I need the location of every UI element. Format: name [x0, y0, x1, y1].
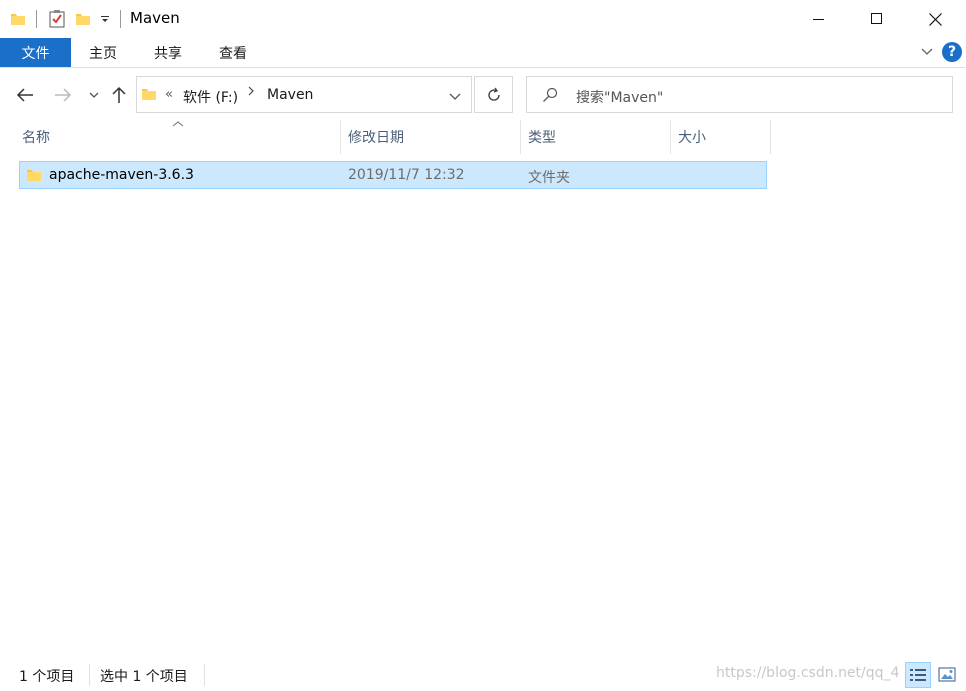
file-name[interactable]: apache-maven-3.6.3 — [49, 167, 194, 183]
up-icon — [112, 86, 126, 103]
column-header-type[interactable]: 类型 — [522, 120, 670, 154]
watermark: https://blog.csdn.net/qq_4 — [716, 665, 900, 681]
recent-locations-button[interactable] — [81, 82, 107, 108]
large-icons-view-button[interactable] — [934, 662, 960, 688]
address-bar[interactable]: « 软件 (F:) Maven — [136, 76, 472, 113]
file-row[interactable]: apache-maven-3.6.3 2019/11/7 12:32 文件夹 — [19, 161, 767, 189]
refresh-button[interactable] — [474, 76, 513, 113]
address-history-button[interactable] — [449, 90, 461, 106]
forward-icon — [55, 88, 72, 102]
search-input[interactable]: 搜索"Maven" — [526, 76, 953, 113]
status-item-count: 1 个项目 — [19, 669, 75, 685]
properties-icon[interactable] — [49, 10, 65, 28]
close-icon — [928, 12, 942, 26]
help-button[interactable]: ? — [942, 42, 962, 62]
tab-file[interactable]: 文件 — [0, 38, 71, 67]
minimize-button[interactable] — [790, 0, 848, 38]
title-bar: Maven — [0, 0, 966, 38]
column-divider[interactable] — [670, 120, 671, 154]
customize-toolbar-dropdown[interactable] — [100, 10, 110, 28]
details-view-button[interactable] — [905, 662, 931, 688]
up-button[interactable] — [106, 82, 132, 108]
chevron-right-icon — [248, 86, 254, 96]
column-divider[interactable] — [770, 120, 771, 154]
status-selected-count: 选中 1 个项目 — [100, 669, 188, 685]
maximize-button[interactable] — [848, 0, 906, 38]
column-divider[interactable] — [520, 120, 521, 154]
file-modified: 2019/11/7 12:32 — [348, 167, 465, 183]
breadcrumb-overflow[interactable]: « — [165, 87, 173, 102]
tab-view[interactable]: 查看 — [206, 38, 260, 67]
status-separator — [89, 664, 90, 686]
refresh-icon — [487, 87, 500, 101]
folder-icon — [10, 10, 26, 28]
back-button[interactable] — [12, 82, 38, 108]
column-divider[interactable] — [340, 120, 341, 154]
search-icon — [542, 87, 558, 107]
forward-button[interactable] — [50, 82, 76, 108]
chevron-down-icon — [449, 93, 461, 100]
tab-home[interactable]: 主页 — [76, 38, 130, 67]
chevron-down-icon — [921, 48, 933, 55]
folder-icon — [141, 86, 157, 106]
close-button[interactable] — [906, 0, 964, 38]
column-header-size[interactable]: 大小 — [672, 120, 770, 154]
search-placeholder: 搜索"Maven" — [576, 90, 664, 106]
breadcrumb-separator[interactable] — [247, 85, 255, 101]
toolbar-separator — [36, 10, 37, 28]
folder-icon — [26, 167, 42, 187]
window-title: Maven — [130, 9, 180, 27]
back-icon — [16, 88, 33, 102]
breadcrumb-drive[interactable]: 软件 (F:) — [183, 87, 238, 107]
chevron-down-icon — [89, 92, 99, 98]
maximize-icon — [871, 13, 882, 24]
status-separator — [204, 664, 205, 686]
new-folder-icon[interactable] — [75, 10, 91, 28]
column-header-modified[interactable]: 修改日期 — [342, 120, 520, 154]
toolbar-separator — [120, 10, 121, 28]
tab-share[interactable]: 共享 — [141, 38, 195, 67]
large-icons-view-icon — [938, 667, 956, 682]
breadcrumb-current[interactable]: Maven — [267, 87, 313, 103]
column-header-name[interactable]: 名称 — [16, 120, 340, 154]
minimize-icon — [813, 19, 824, 20]
file-type: 文件夹 — [528, 170, 570, 186]
details-view-icon — [910, 669, 926, 681]
ribbon: 文件 主页 共享 查看 ? — [0, 38, 966, 68]
expand-ribbon-button[interactable] — [920, 44, 934, 62]
